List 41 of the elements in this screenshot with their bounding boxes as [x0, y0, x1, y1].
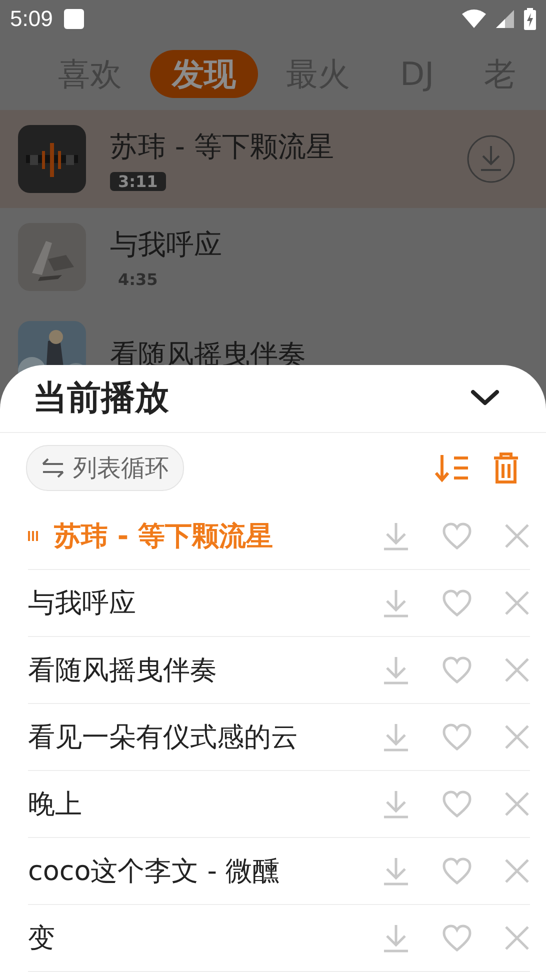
sort-icon[interactable]	[434, 452, 470, 483]
battery-icon	[524, 8, 536, 30]
remove-icon[interactable]	[504, 791, 530, 817]
heart-icon[interactable]	[442, 790, 472, 818]
wifi-icon	[462, 9, 486, 29]
queue-song-title[interactable]: 看随风摇曳伴奏	[28, 652, 217, 688]
trash-icon[interactable]	[492, 452, 520, 484]
tab[interactable]: 发现	[150, 50, 258, 98]
queue-song-title[interactable]: 变	[28, 920, 55, 956]
remove-icon[interactable]	[504, 858, 530, 884]
status-time: 5:09	[10, 6, 53, 32]
play-mode-button[interactable]: 列表循环	[26, 444, 184, 491]
download-icon[interactable]	[466, 134, 516, 184]
notification-icon	[62, 8, 85, 30]
heart-icon[interactable]	[442, 857, 472, 885]
heart-icon[interactable]	[442, 924, 472, 952]
duration-label: 3:11	[110, 172, 166, 190]
repeat-icon	[41, 458, 65, 478]
remove-icon[interactable]	[504, 724, 530, 750]
queue-song-title[interactable]: 苏玮 - 等下颗流星	[54, 518, 274, 554]
song-row[interactable]: 与我呼应 4:35	[0, 208, 546, 306]
sheet-title: 当前播放	[33, 377, 169, 420]
remove-icon[interactable]	[504, 925, 530, 951]
queue-song-title[interactable]: 与我呼应	[28, 585, 136, 621]
signal-icon	[496, 10, 514, 28]
queue-song-title[interactable]: 晚上	[28, 786, 82, 822]
queue-song-title[interactable]: 看见一朵有仪式感的云	[28, 719, 298, 755]
duration-label: 4:35	[117, 270, 159, 288]
song-row[interactable]: 苏玮 - 等下颗流星 3:11	[0, 110, 546, 208]
heart-icon[interactable]	[442, 522, 472, 550]
song-title: 与我呼应	[110, 226, 222, 262]
collapse-chevron-icon[interactable]	[470, 389, 500, 408]
remove-icon[interactable]	[504, 523, 530, 549]
remove-icon[interactable]	[504, 590, 530, 616]
heart-icon[interactable]	[442, 656, 472, 684]
song-title: 苏玮 - 等下颗流星	[110, 128, 334, 164]
playing-bars-icon	[28, 530, 38, 542]
heart-icon[interactable]	[442, 589, 472, 617]
heart-icon[interactable]	[442, 723, 472, 751]
queue-song-title[interactable]: coco这个李文 - 微醺	[28, 853, 280, 889]
remove-icon[interactable]	[504, 657, 530, 683]
